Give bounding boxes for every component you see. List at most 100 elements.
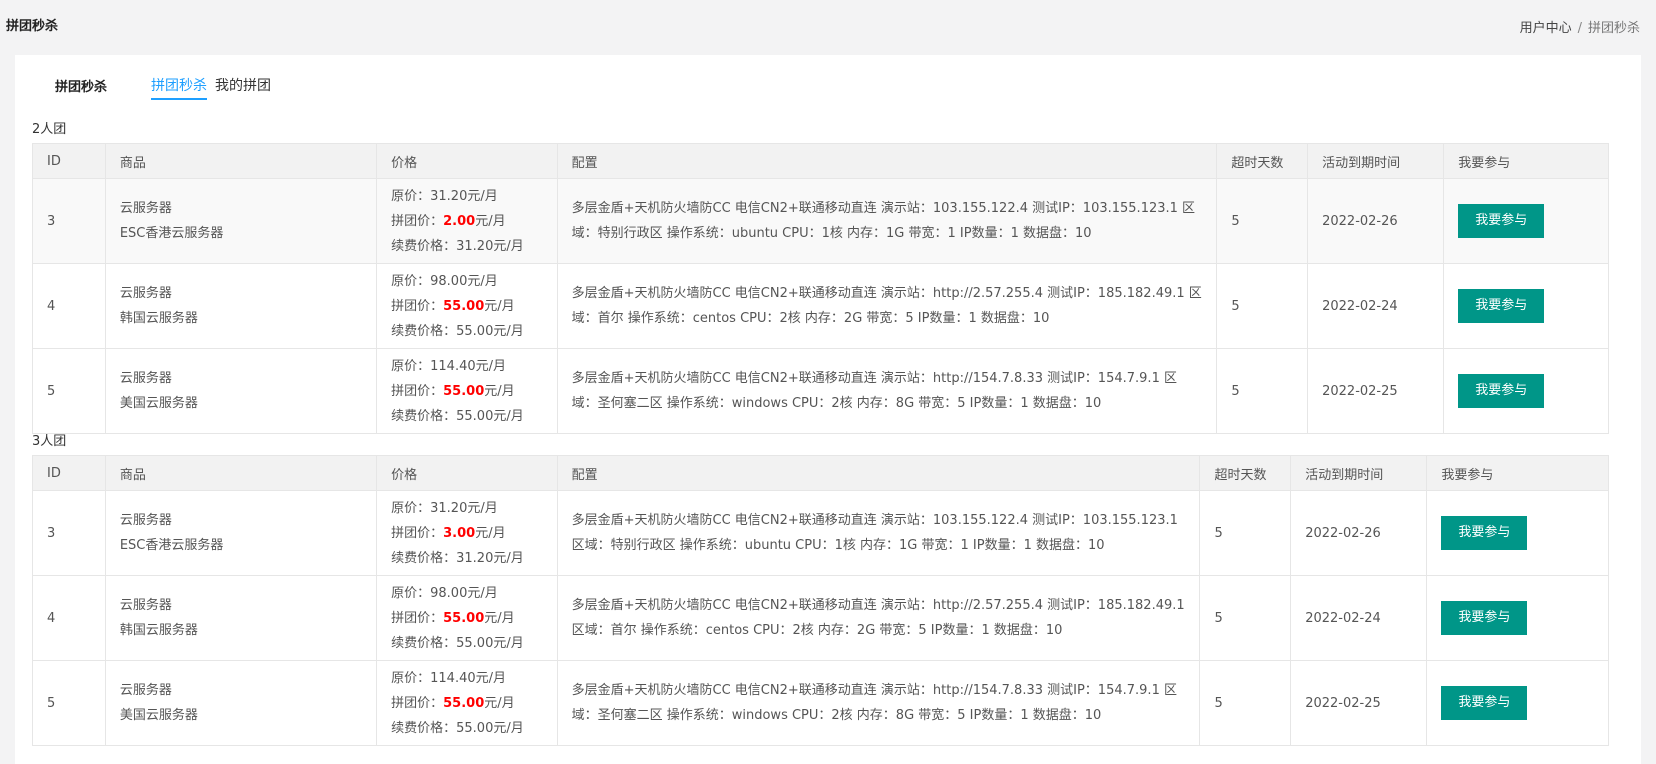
product-category: 云服务器 bbox=[119, 371, 172, 386]
product-category: 云服务器 bbox=[119, 286, 172, 301]
orig-price-label: 原价： bbox=[391, 670, 431, 686]
table-header-row: ID 商品 价格 配置 超时天数 活动到期时间 我要参与 bbox=[32, 143, 1609, 179]
renew-price-label: 续费价格： bbox=[391, 323, 457, 339]
price-unit: 元/月 bbox=[467, 500, 498, 516]
col-header-price: 价格 bbox=[376, 455, 558, 491]
join-button[interactable]: 我要参与 bbox=[1441, 516, 1528, 550]
renew-price-value: 31.20 bbox=[456, 550, 494, 566]
orig-price-line: 原价：98.00元/月 bbox=[391, 581, 543, 606]
cell-config: 多层金盾+天机防火墙防CC 电信CN2+联通移动直连 演示站：http://2.… bbox=[556, 575, 1201, 661]
join-button[interactable]: 我要参与 bbox=[1441, 686, 1528, 720]
price-unit: 元/月 bbox=[493, 238, 524, 254]
cell-config: 多层金盾+天机防火墙防CC 电信CN2+联通移动直连 演示站：103.155.1… bbox=[556, 490, 1201, 576]
table-row: 4 云服务器 韩国云服务器 原价：98.00元/月 拼团价：55.00元/月 续费… bbox=[32, 263, 1609, 349]
cell-id: 4 bbox=[32, 263, 106, 349]
group-price-value: 55.00 bbox=[443, 610, 485, 626]
tab-my-groups[interactable]: 我的拼团 bbox=[215, 75, 271, 100]
page-title: 拼团秒杀 bbox=[6, 19, 59, 34]
col-header-timeout-days: 超时天数 bbox=[1199, 455, 1292, 491]
product-name: 韩国云服务器 bbox=[119, 311, 198, 326]
renew-price-value: 55.00 bbox=[456, 635, 494, 651]
cell-join: 我要参与 bbox=[1426, 575, 1609, 661]
orig-price-label: 原价： bbox=[391, 585, 431, 601]
group-title-3: 3人团 bbox=[32, 434, 67, 449]
cell-join: 我要参与 bbox=[1426, 660, 1609, 746]
group-price-label: 拼团价： bbox=[391, 298, 444, 314]
group-table-3: ID 商品 价格 配置 超时天数 活动到期时间 我要参与 3 云服务器 ESC香港… bbox=[32, 455, 1609, 746]
price-unit: 元/月 bbox=[467, 188, 498, 204]
price-unit: 元/月 bbox=[467, 585, 498, 601]
price-unit: 元/月 bbox=[484, 610, 515, 626]
join-button[interactable]: 我要参与 bbox=[1458, 204, 1545, 238]
product-name: ESC香港云服务器 bbox=[119, 538, 224, 553]
orig-price-line: 原价：114.40元/月 bbox=[391, 666, 543, 691]
group-price-line: 拼团价：3.00元/月 bbox=[391, 521, 543, 546]
group-price-label: 拼团价： bbox=[391, 695, 444, 711]
price-unit: 元/月 bbox=[484, 695, 515, 711]
tab-group-seckill[interactable]: 拼团秒杀 bbox=[151, 75, 207, 100]
group-price-value: 3.00 bbox=[443, 525, 476, 541]
col-header-price: 价格 bbox=[376, 143, 558, 179]
join-button[interactable]: 我要参与 bbox=[1458, 374, 1545, 408]
price-unit: 元/月 bbox=[484, 383, 515, 399]
renew-price-label: 续费价格： bbox=[391, 238, 457, 254]
renew-price-line: 续费价格：31.20元/月 bbox=[391, 546, 543, 571]
renew-price-line: 续费价格：55.00元/月 bbox=[391, 716, 543, 741]
cell-timeout-days: 5 bbox=[1216, 348, 1309, 434]
col-header-join: 我要参与 bbox=[1443, 143, 1609, 179]
breadcrumb-separator: / bbox=[1577, 21, 1582, 36]
table-header-row: ID 商品 价格 配置 超时天数 活动到期时间 我要参与 bbox=[32, 455, 1609, 491]
join-button[interactable]: 我要参与 bbox=[1441, 601, 1528, 635]
orig-price-line: 原价：31.20元/月 bbox=[391, 496, 543, 521]
orig-price-value: 31.20 bbox=[430, 188, 468, 204]
breadcrumb: 用户中心 / 拼团秒杀 bbox=[1520, 17, 1640, 36]
price-unit: 元/月 bbox=[484, 298, 515, 314]
group-price-label: 拼团价： bbox=[391, 525, 444, 541]
cell-timeout-days: 5 bbox=[1216, 178, 1309, 264]
cell-price: 原价：31.20元/月 拼团价：2.00元/月 续费价格：31.20元/月 bbox=[376, 178, 558, 264]
cell-id: 3 bbox=[32, 178, 106, 264]
renew-price-label: 续费价格： bbox=[391, 635, 457, 651]
group-price-value: 55.00 bbox=[443, 383, 485, 399]
cell-timeout-days: 5 bbox=[1199, 660, 1292, 746]
col-header-config: 配置 bbox=[556, 455, 1201, 491]
group-price-label: 拼团价： bbox=[391, 213, 444, 229]
breadcrumb-current: 拼团秒杀 bbox=[1587, 21, 1640, 36]
tab-bar: 拼团秒杀 我的拼团 bbox=[151, 75, 279, 100]
cell-config: 多层金盾+天机防火墙防CC 电信CN2+联通移动直连 演示站：http://15… bbox=[556, 660, 1201, 746]
orig-price-line: 原价：31.20元/月 bbox=[391, 184, 543, 209]
product-category: 云服务器 bbox=[119, 598, 172, 613]
group-price-label: 拼团价： bbox=[391, 383, 444, 399]
col-header-product: 商品 bbox=[104, 143, 378, 179]
breadcrumb-home-link[interactable]: 用户中心 bbox=[1520, 21, 1572, 36]
cell-product: 云服务器 美国云服务器 bbox=[104, 348, 378, 434]
group-title-2: 2人团 bbox=[32, 122, 67, 137]
price-unit: 元/月 bbox=[475, 358, 507, 374]
cell-config: 多层金盾+天机防火墙防CC 电信CN2+联通移动直连 演示站：http://15… bbox=[556, 348, 1218, 434]
cell-config: 多层金盾+天机防火墙防CC 电信CN2+联通移动直连 演示站：103.155.1… bbox=[556, 178, 1218, 264]
renew-price-line: 续费价格：31.20元/月 bbox=[391, 234, 543, 259]
renew-price-value: 31.20 bbox=[456, 238, 494, 254]
join-button[interactable]: 我要参与 bbox=[1458, 289, 1545, 323]
product-category: 云服务器 bbox=[119, 683, 172, 698]
cell-id: 5 bbox=[32, 660, 106, 746]
product-name: ESC香港云服务器 bbox=[119, 226, 224, 241]
renew-price-value: 55.00 bbox=[456, 323, 494, 339]
group-price-value: 55.00 bbox=[443, 695, 485, 711]
cell-join: 我要参与 bbox=[1426, 490, 1609, 576]
panel-title: 拼团秒杀 bbox=[55, 80, 108, 95]
price-unit: 元/月 bbox=[493, 550, 524, 566]
cell-product: 云服务器 ESC香港云服务器 bbox=[104, 178, 378, 264]
orig-price-label: 原价： bbox=[391, 273, 431, 289]
orig-price-value: 114.40 bbox=[430, 358, 476, 374]
orig-price-value: 98.00 bbox=[430, 273, 468, 289]
cell-price: 原价：31.20元/月 拼团价：3.00元/月 续费价格：31.20元/月 bbox=[376, 490, 558, 576]
cell-expire: 2022-02-26 bbox=[1307, 178, 1445, 264]
price-unit: 元/月 bbox=[475, 213, 506, 229]
cell-price: 原价：114.40元/月 拼团价：55.00元/月 续费价格：55.00元/月 bbox=[376, 348, 558, 434]
cell-product: 云服务器 ESC香港云服务器 bbox=[104, 490, 378, 576]
table-row: 3 云服务器 ESC香港云服务器 原价：31.20元/月 拼团价：2.00元/月 … bbox=[32, 178, 1609, 264]
group-price-value: 55.00 bbox=[443, 298, 485, 314]
renew-price-line: 续费价格：55.00元/月 bbox=[391, 404, 543, 429]
cell-join: 我要参与 bbox=[1443, 263, 1609, 349]
